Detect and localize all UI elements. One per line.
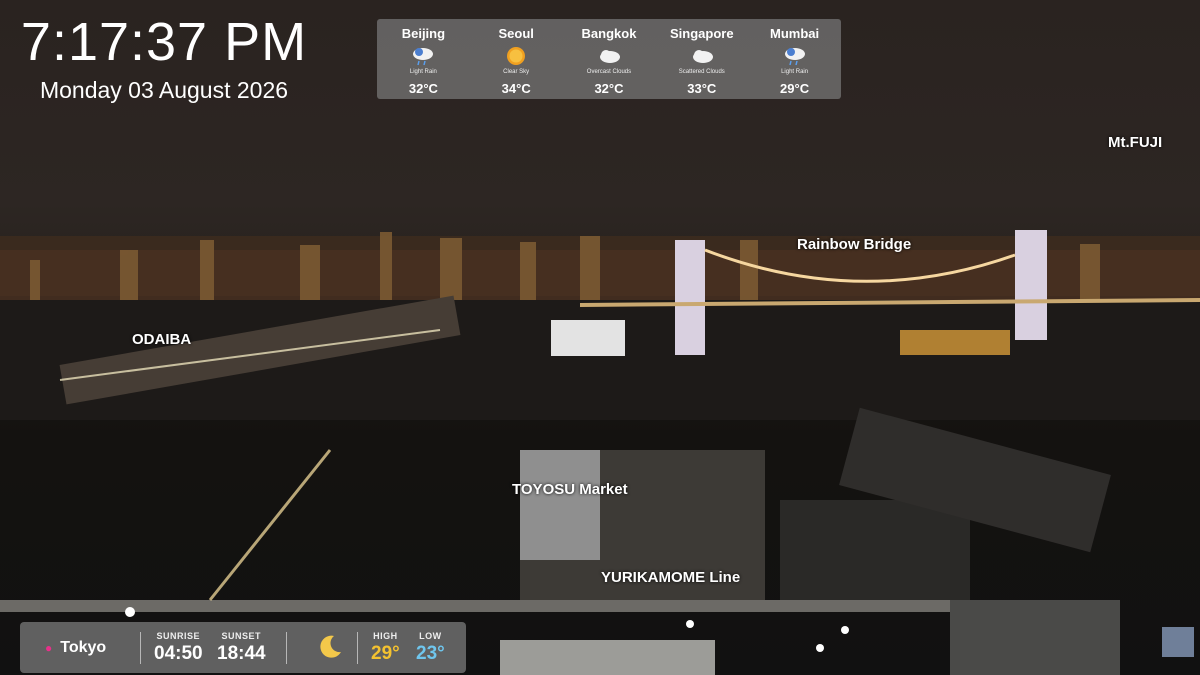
weather-city-bangkok: Bangkok Overcast Clouds 32°C <box>564 19 654 96</box>
crescent-moon-icon <box>316 633 344 666</box>
weather-temp: 32°C <box>594 81 624 96</box>
divider <box>140 632 141 664</box>
location-name: Tokyo <box>60 639 107 656</box>
location: ● Tokyo <box>45 639 106 657</box>
sunset-block: SUNSET 18:44 <box>217 631 266 665</box>
world-weather-panel: Beijing Light Rain 32°C Seoul Clear Sky … <box>377 19 841 99</box>
map-pin-icon: ● <box>45 641 53 655</box>
city-name: Seoul <box>498 26 534 41</box>
current-date: Monday 03 August 2026 <box>39 77 289 103</box>
sunset-time: 18:44 <box>217 643 266 664</box>
label-toyosu-market: TOYOSU Market <box>512 481 628 498</box>
weather-temp: 33°C <box>687 81 717 96</box>
city-name: Singapore <box>669 26 734 41</box>
weather-temp: 29°C <box>780 81 810 96</box>
sunrise-block: SUNRISE 04:50 <box>154 631 203 665</box>
rain-cloud-icon <box>378 44 468 68</box>
current-time: 7:17:37 PM <box>20 12 308 72</box>
label-rainbow-bridge: Rainbow Bridge <box>797 236 912 253</box>
sunrise-time: 04:50 <box>154 643 203 664</box>
sunrise-label: SUNRISE <box>156 631 201 641</box>
divider <box>357 632 358 664</box>
weather-description: Clear Sky <box>503 69 530 75</box>
high-temp-block: HIGH 29° <box>371 631 400 665</box>
label-odaiba: ODAIBA <box>132 331 192 348</box>
clock-widget: 7:17:37 PM Monday 03 August 2026 <box>14 14 314 104</box>
high-temp: 29° <box>371 643 400 664</box>
cloud-icon <box>564 44 654 68</box>
weather-city-seoul: Seoul Clear Sky 34°C <box>471 19 561 96</box>
weather-city-singapore: Singapore Scattered Clouds 33°C <box>657 19 747 96</box>
city-name: Beijing <box>401 26 446 41</box>
rain-cloud-icon <box>750 44 840 68</box>
weather-temp: 34°C <box>501 81 531 96</box>
weather-description: Scattered Clouds <box>678 69 725 75</box>
weather-city-beijing: Beijing Light Rain 32°C <box>378 19 468 96</box>
weather-description: Light Rain <box>409 69 437 75</box>
divider <box>286 632 287 664</box>
label-mt-fuji: Mt.FUJI <box>1108 134 1163 151</box>
weather-temp: 32°C <box>408 81 438 96</box>
city-name: Bangkok <box>581 26 637 41</box>
low-temp: 23° <box>416 643 445 664</box>
low-label: LOW <box>419 631 442 641</box>
label-yurikamome-line: YURIKAMOME Line <box>601 569 741 586</box>
sun-icon <box>471 44 561 68</box>
local-weather-bar: ● Tokyo SUNRISE 04:50 SUNSET 18:44 HIGH … <box>20 622 466 673</box>
sunset-label: SUNSET <box>221 631 262 641</box>
weather-description: Overcast Clouds <box>586 69 632 75</box>
weather-city-mumbai: Mumbai Light Rain 29°C <box>750 19 840 96</box>
city-name: Mumbai <box>770 26 820 41</box>
weather-description: Light Rain <box>781 69 809 75</box>
cloud-icon <box>657 44 747 68</box>
low-temp-block: LOW 23° <box>416 631 445 665</box>
high-label: HIGH <box>373 631 398 641</box>
